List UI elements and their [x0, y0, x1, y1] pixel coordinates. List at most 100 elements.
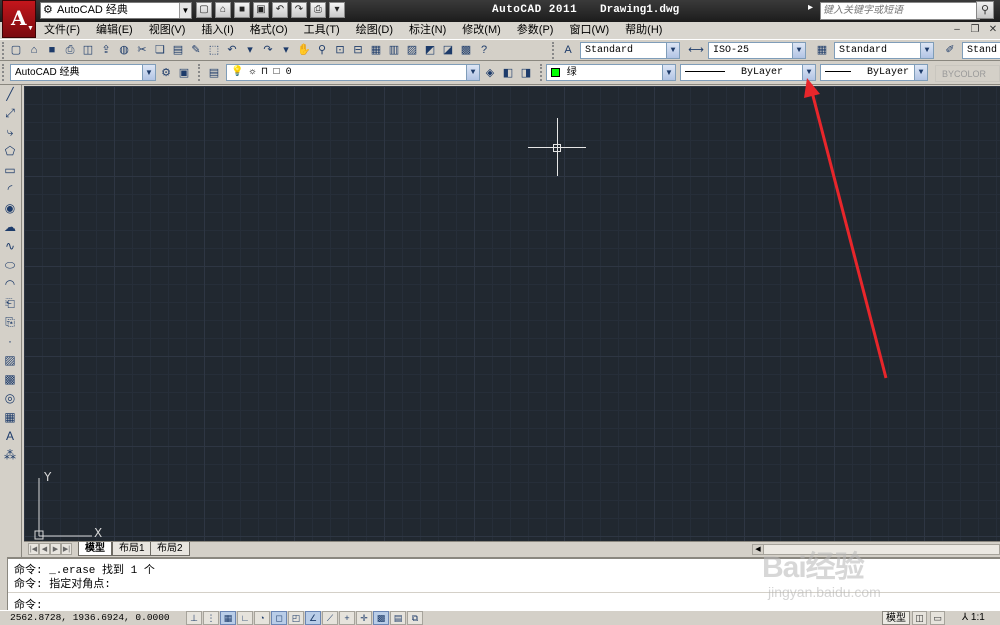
polar-tracking-icon[interactable]: ◔	[254, 611, 270, 625]
layer-manager-icon[interactable]: ▤	[206, 65, 222, 81]
drawing-canvas[interactable]: Y X	[24, 86, 1000, 541]
model-space-button[interactable]: 模型	[882, 611, 910, 625]
search-input[interactable]: 键入关键字或短语	[820, 2, 980, 20]
insert-block-icon[interactable]: ⎗	[0, 294, 20, 313]
command-window-grip[interactable]	[0, 557, 8, 610]
open-icon[interactable]: ⌂	[26, 42, 42, 58]
chevron-down-icon[interactable]: ▼	[920, 43, 933, 58]
multileader-style-select[interactable]: Stand	[962, 42, 1000, 59]
paste-icon[interactable]: ▤	[170, 42, 186, 58]
save-icon[interactable]: ■	[44, 42, 60, 58]
menu-format[interactable]: 格式(O)	[242, 22, 296, 39]
chevron-down-icon[interactable]: ▼	[792, 43, 805, 58]
polygon-icon[interactable]: ⬠	[0, 142, 20, 161]
zoom-window-icon[interactable]: ⊡	[332, 42, 348, 58]
new-file-icon[interactable]: ▢	[196, 2, 212, 18]
table-style-select[interactable]: Standard ▼	[834, 42, 934, 59]
publish-icon[interactable]: ⇪	[98, 42, 114, 58]
plot-preview-icon[interactable]: ◫	[80, 42, 96, 58]
object-snap-icon[interactable]: ◻	[271, 611, 287, 625]
3d-object-snap-icon[interactable]: ◰	[288, 611, 304, 625]
ellipse-icon[interactable]: ⬭	[0, 256, 20, 275]
save-icon[interactable]: ■	[234, 2, 250, 18]
application-menu-button[interactable]: A ▼	[2, 0, 36, 38]
match-properties-icon[interactable]: ✎	[188, 42, 204, 58]
redo-dropdown-icon[interactable]: ▾	[278, 42, 294, 58]
open-file-icon[interactable]: ⌂	[215, 2, 231, 18]
menu-tools[interactable]: 工具(T)	[296, 22, 348, 39]
line-icon[interactable]: ╱	[0, 85, 20, 104]
polyline-icon[interactable]: ⤷	[0, 123, 20, 142]
toolbar-grip[interactable]	[540, 64, 544, 81]
menu-file[interactable]: 文件(F)	[36, 22, 88, 39]
toolbar-grip[interactable]	[552, 42, 556, 59]
rectangle-icon[interactable]: ▭	[0, 161, 20, 180]
save-as-icon[interactable]: ▣	[253, 2, 269, 18]
menu-draw[interactable]: 绘图(D)	[348, 22, 401, 39]
construction-line-icon[interactable]: ⤢	[0, 104, 20, 123]
tab-layout1[interactable]: 布局1	[112, 542, 152, 556]
markup-icon[interactable]: ◪	[440, 42, 456, 58]
text-style-icon[interactable]: A	[560, 42, 576, 58]
workspace-switcher[interactable]: ⚙ AutoCAD 经典 ▼	[40, 2, 192, 19]
workspace-settings-icon[interactable]: ⚙	[158, 65, 174, 81]
design-center-icon[interactable]: ▥	[386, 42, 402, 58]
chevron-down-icon[interactable]: ▼	[666, 43, 679, 58]
grid-display-icon[interactable]: ▦	[220, 611, 236, 625]
chevron-down-icon[interactable]: ▼	[466, 65, 479, 80]
dynamic-ucs-icon[interactable]: ⟋	[322, 611, 338, 625]
quick-properties-icon[interactable]: ▤	[390, 611, 406, 625]
tool-palettes-icon[interactable]: ▨	[404, 42, 420, 58]
menu-help[interactable]: 帮助(H)	[617, 22, 670, 39]
undo-dropdown-icon[interactable]: ▾	[242, 42, 258, 58]
menu-parametric[interactable]: 参数(P)	[509, 22, 562, 39]
toolbar-grip[interactable]	[2, 42, 6, 59]
lineweight-select[interactable]: ByLayer ▼	[820, 64, 928, 81]
toolbar-grip[interactable]	[198, 64, 202, 81]
qat-dropdown-icon[interactable]: ▾	[329, 2, 345, 18]
menu-edit[interactable]: 编辑(E)	[88, 22, 141, 39]
menu-insert[interactable]: 插入(I)	[193, 22, 241, 39]
point-icon[interactable]: ·	[0, 332, 20, 351]
table-style-icon[interactable]: ▦	[814, 42, 830, 58]
snap-mode-icon[interactable]: ⋮	[203, 611, 219, 625]
redo-icon[interactable]: ↷	[260, 42, 276, 58]
next-tab-icon[interactable]: ▶	[50, 543, 61, 555]
tab-model[interactable]: 模型	[78, 542, 112, 556]
infer-constraints-icon[interactable]: ⊥	[186, 611, 202, 625]
customize-icon[interactable]: ▣	[176, 65, 192, 81]
toolbar-grip[interactable]	[2, 64, 6, 81]
cut-icon[interactable]: ✂	[134, 42, 150, 58]
chevron-down-icon[interactable]: ▼	[914, 65, 927, 80]
plot-icon[interactable]: ⎙	[62, 42, 78, 58]
chevron-down-icon[interactable]: ▼	[142, 65, 155, 80]
region-icon[interactable]: ◎	[0, 389, 20, 408]
multileader-style-icon[interactable]: ✐	[942, 42, 958, 58]
cursor-coordinates[interactable]: 2562.8728, 1936.6924, 0.0000	[10, 612, 170, 623]
ortho-mode-icon[interactable]: ∟	[237, 611, 253, 625]
dim-style-select[interactable]: ISO-25 ▼	[708, 42, 806, 59]
menu-view[interactable]: 视图(V)	[141, 22, 194, 39]
arc-icon[interactable]: ◜	[0, 180, 20, 199]
layer-state-icon[interactable]: ◨	[518, 65, 534, 81]
layer-select[interactable]: 💡 ☼ ⊓ □ 0 ▼	[226, 64, 480, 81]
first-tab-icon[interactable]: |◀	[28, 543, 39, 555]
search-icon[interactable]: ⚲	[976, 1, 994, 19]
dim-style-icon[interactable]: ⟷	[688, 42, 704, 58]
lineweight-icon[interactable]: ✛	[356, 611, 372, 625]
annotation-scale[interactable]: ⅄ 1:1	[962, 611, 985, 625]
copy-icon[interactable]: ❏	[152, 42, 168, 58]
multiline-text-icon[interactable]: A	[0, 427, 20, 446]
dynamic-input-icon[interactable]: +	[339, 611, 355, 625]
selection-cycling-icon[interactable]: ⧉	[407, 611, 423, 625]
redo-icon[interactable]: ↷	[291, 2, 307, 18]
transparency-icon[interactable]: ▩	[373, 611, 389, 625]
undo-icon[interactable]: ↶	[224, 42, 240, 58]
ellipse-arc-icon[interactable]: ◠	[0, 275, 20, 294]
restore-icon[interactable]: ❐	[968, 24, 982, 37]
circle-icon[interactable]: ◉	[0, 199, 20, 218]
quick-view-icon[interactable]: ▭	[930, 611, 945, 625]
spline-icon[interactable]: ∿	[0, 237, 20, 256]
color-select[interactable]: 绿 ▼	[546, 64, 676, 81]
last-tab-icon[interactable]: ▶|	[61, 543, 72, 555]
